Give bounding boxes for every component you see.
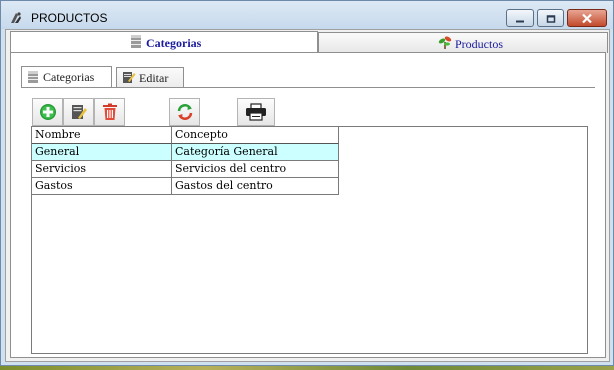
- trash-icon: [102, 103, 117, 120]
- app-icon: [9, 10, 23, 24]
- cell-concepto[interactable]: Servicios del centro: [172, 161, 339, 178]
- edit-icon: [71, 105, 87, 119]
- client-area: Categorias Productos Categorias Editar N…: [5, 29, 610, 362]
- inner-tab-divider: [21, 87, 595, 88]
- cell-concepto[interactable]: Categoría General: [172, 144, 339, 161]
- print-button[interactable]: [237, 98, 275, 126]
- print-icon: [246, 103, 266, 121]
- window-title: PRODUCTOS: [31, 11, 108, 25]
- cell-concepto[interactable]: Gastos del centro: [172, 178, 339, 195]
- database-icon: [129, 34, 143, 49]
- desktop-background: [0, 366, 614, 370]
- refresh-icon: [177, 104, 192, 120]
- tab-categorias-label: Categorias: [146, 36, 202, 50]
- column-header-concepto[interactable]: Concepto: [172, 127, 339, 144]
- categories-grid[interactable]: Nombre Concepto General Categoría Genera…: [31, 126, 588, 354]
- close-button[interactable]: [567, 9, 607, 27]
- database-icon: [27, 70, 39, 88]
- close-icon: [581, 9, 593, 28]
- minimize-icon: [515, 9, 525, 28]
- tab-productos[interactable]: Productos: [318, 32, 608, 53]
- cell-nombre[interactable]: General: [32, 144, 172, 161]
- title-bar[interactable]: PRODUCTOS: [1, 1, 613, 29]
- minimize-button[interactable]: [506, 9, 534, 27]
- maximize-button[interactable]: [537, 9, 564, 27]
- edit-button[interactable]: [63, 98, 94, 126]
- subtab-categorias[interactable]: Categorias: [21, 66, 112, 88]
- delete-button[interactable]: [94, 98, 125, 126]
- tab-productos-label: Productos: [455, 37, 503, 51]
- add-button[interactable]: [32, 98, 63, 126]
- cell-nombre[interactable]: Gastos: [32, 178, 172, 195]
- tab-categorias[interactable]: Categorias: [10, 31, 318, 53]
- column-header-nombre[interactable]: Nombre: [32, 127, 172, 144]
- subtab-editar[interactable]: Editar: [116, 67, 184, 87]
- cell-nombre[interactable]: Servicios: [32, 161, 172, 178]
- plant-icon: [438, 35, 452, 50]
- add-icon: [39, 104, 56, 120]
- subtab-editar-label: Editar: [139, 71, 169, 85]
- maximize-icon: [546, 9, 556, 28]
- subtab-categorias-label: Categorias: [43, 70, 95, 84]
- products-window: PRODUCTOS Categorias Productos Categoria…: [0, 0, 614, 366]
- edit-icon: [122, 70, 136, 88]
- refresh-button[interactable]: [169, 98, 200, 126]
